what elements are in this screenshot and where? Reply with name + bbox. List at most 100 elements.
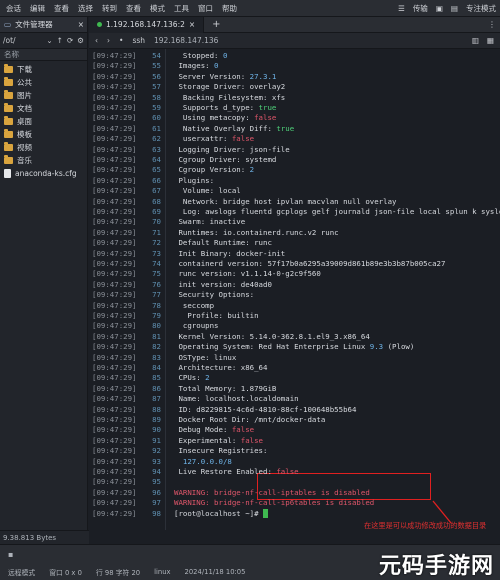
folder-icon [4, 90, 13, 99]
line-text: [root@localhost ~]# [174, 508, 268, 520]
text-segment: Log: awslogs fluentd gcplogs gelf journa… [174, 207, 473, 216]
file-item[interactable]: 下载 [0, 63, 87, 76]
file-manager-panel: ▭ 文件管理器 × /ot/ ⌄ ↑ ⟳ ⚙ 名称 下载公共图片文档 桌面模板视频… [0, 17, 88, 530]
menu-item-8[interactable]: 窗口 [198, 3, 213, 14]
settings-icon[interactable]: ⚙ [77, 36, 84, 45]
file-name: anaconda-ks.cfg [15, 169, 77, 178]
terminal-line: [09:47:29] 98 [root@localhost ~]# [89, 508, 500, 520]
grid-icon[interactable]: ▦ [487, 36, 494, 45]
text-segment: 0 [214, 61, 219, 71]
menu-item-7[interactable]: 工具 [174, 3, 189, 14]
close-icon[interactable]: × [189, 20, 195, 29]
folder-icon [4, 103, 13, 112]
file-icon [4, 169, 11, 178]
close-icon[interactable]: × [78, 20, 84, 29]
menu-tool-2[interactable]: ▣ [436, 4, 443, 13]
menu-tool-0[interactable]: ☰ [398, 4, 405, 13]
menu-item-3[interactable]: 选择 [78, 3, 93, 14]
text-segment: Security Options: [174, 290, 255, 300]
text-segment: Plugins: [174, 175, 215, 185]
file-item[interactable]: 文档 [0, 102, 87, 115]
folder-icon [4, 129, 13, 138]
file-name: 公共 [17, 78, 32, 87]
status-item-4: 2024/11/18 10:05 [184, 568, 246, 576]
menu-item-9[interactable]: 帮助 [222, 3, 237, 14]
file-item[interactable]: anaconda-ks.cfg [0, 167, 87, 180]
menu-tool-3[interactable]: ▤ [451, 4, 458, 13]
refresh-icon[interactable]: ⟳ [67, 36, 73, 45]
text-segment: CPUs: [174, 373, 206, 383]
text-segment: Cgroup Version: [174, 165, 250, 175]
file-name: 下载 [17, 65, 32, 74]
text-segment: Docker Root Dir: /mnt/docker-data [174, 415, 326, 424]
text-segment: Backing Filesystem: xfs [174, 92, 286, 102]
text-segment: Architecture: x86_64 [174, 363, 268, 372]
menu-item-0[interactable]: 会话 [6, 3, 21, 14]
text-segment: 127.0.0.0/8 [174, 456, 232, 466]
text-segment: false [254, 113, 277, 123]
text-segment: false [240, 435, 263, 445]
text-segment: Cgroup Driver: systemd [174, 155, 277, 164]
text-segment: Images: [174, 61, 215, 71]
terminal-output[interactable]: 在这里是可以成功修改成功的数据目录 [09:47:29] 54 Stopped: … [89, 49, 500, 530]
folder-icon [4, 77, 13, 86]
timestamp: [09:47:29] [92, 508, 137, 518]
file-item[interactable]: 音乐 [0, 154, 87, 167]
file-manager-title: 文件管理器 [15, 20, 53, 29]
add-tab-icon[interactable]: + [212, 19, 220, 30]
menu-item-1[interactable]: 编辑 [30, 3, 45, 14]
text-segment: WARNING: bridge-nf-call-ip6tables is dis… [174, 498, 375, 508]
folder-icon [4, 116, 13, 125]
menu-items: 会话 编辑 查看 选择 转到 查看 模式 工具 窗口 帮助 [6, 3, 246, 14]
status-item-0: 远程模式 [8, 569, 36, 577]
folder-icon: ▭ [4, 20, 12, 29]
menu-tool-4[interactable]: 专注模式 [466, 3, 496, 14]
status-item-1: 窗口 0 x 0 [49, 569, 82, 577]
more-icon[interactable]: ⋮ [488, 20, 496, 29]
text-segment: Total Memory: 1.879GiB [174, 383, 277, 393]
forward-icon[interactable]: › [107, 36, 110, 45]
text-segment: containerd version: 57f17b0a6295a39009d8… [174, 259, 446, 268]
file-name: 图片 [17, 91, 32, 100]
text-segment: Native Overlay Diff: [174, 123, 277, 133]
menu-tool-1[interactable]: 传输 [413, 3, 428, 14]
ssh-address[interactable]: 192.168.147.136 [154, 36, 218, 45]
file-item[interactable]: 图片 [0, 89, 87, 102]
file-name: 模板 [17, 130, 32, 139]
file-item[interactable]: 桌面 [0, 115, 87, 128]
text-segment: Operating System: Red Hat Enterprise Lin… [174, 342, 370, 352]
text-segment: 9.3 [369, 342, 384, 352]
menu-item-4[interactable]: 转到 [102, 3, 117, 14]
file-name: 视频 [17, 143, 32, 152]
back-icon[interactable]: ‹ [95, 36, 98, 45]
column-header[interactable]: 名称 [0, 49, 87, 61]
text-segment: seccomp [174, 300, 215, 310]
menu-item-2[interactable]: 查看 [54, 3, 69, 14]
menu-item-5[interactable]: 查看 [126, 3, 141, 14]
text-segment: Server Version: [174, 71, 250, 81]
text-segment: userxattr: [174, 134, 232, 144]
menu-item-6[interactable]: 模式 [150, 3, 165, 14]
up-arrow-icon[interactable]: ↑ [57, 36, 63, 45]
text-segment: 2 [205, 373, 210, 383]
text-segment: Init Binary: docker-init [174, 248, 286, 258]
file-manager-header: ▭ 文件管理器 × [0, 17, 87, 33]
tab-bar: 1.192.168.147.136:2 × + ⋮ [89, 16, 500, 33]
text-segment: Profile: builtin [174, 311, 259, 320]
text-segment: Runtimes: io.containerd.runc.v2 runc [174, 227, 339, 237]
file-item[interactable]: 公共 [0, 76, 87, 89]
split-icon[interactable]: ▥ [472, 36, 479, 45]
path-input[interactable]: /ot/ [3, 36, 42, 45]
file-item[interactable]: 模板 [0, 128, 87, 141]
session-tab[interactable]: 1.192.168.147.136:2 × [89, 16, 205, 33]
line-number: 98 [152, 508, 161, 518]
text-segment: Kernel Version: 5.14.0-362.8.1.el9_3.x86… [174, 331, 370, 341]
text-segment: false [231, 425, 255, 435]
file-item[interactable]: 视频 [0, 141, 87, 154]
chevron-down-icon[interactable]: ⌄ [46, 36, 52, 45]
status-item-2: 行 98 字符 20 [95, 569, 141, 577]
text-segment: Insecure Registries: [174, 446, 268, 456]
text-segment: init version: de40ad0 [174, 279, 272, 289]
text-segment: Live Restore Enabled: [174, 467, 277, 476]
status-item-3: linux [154, 568, 171, 576]
